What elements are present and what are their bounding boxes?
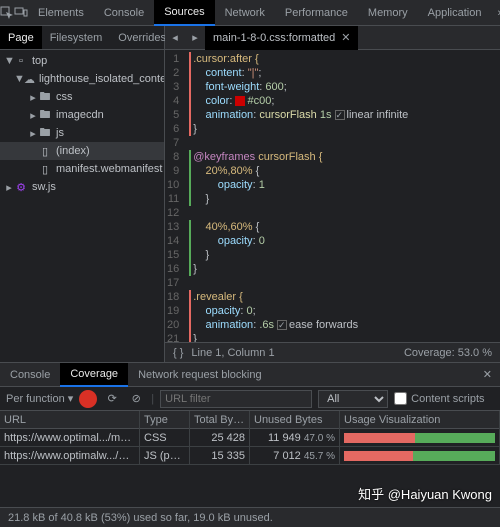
main-toolbar: ElementsConsoleSourcesNetworkPerformance…: [0, 0, 500, 26]
sidebar-tab-filesystem[interactable]: Filesystem: [42, 26, 111, 49]
editor: ◂ ▸ main-1-8-0.css:formatted ✕ 123456789…: [165, 26, 500, 362]
table-row[interactable]: https://www.optimal.../main-1-8-0.cssCSS…: [0, 429, 500, 447]
main-tabs: ElementsConsoleSourcesNetworkPerformance…: [28, 0, 491, 26]
tree-folder-js[interactable]: ▸🖿js: [0, 124, 164, 142]
inspect-icon[interactable]: [0, 0, 14, 26]
content-scripts-checkbox[interactable]: Content scripts: [394, 392, 484, 405]
tab-network[interactable]: Network: [215, 0, 275, 26]
tree-context[interactable]: ▼☁lighthouse_isolated_context: [0, 70, 164, 88]
drawer-tab-network-request-blocking[interactable]: Network request blocking: [128, 363, 272, 387]
cursor-position: Line 1, Column 1: [191, 347, 274, 359]
tab-elements[interactable]: Elements: [28, 0, 94, 26]
tab-sources[interactable]: Sources: [154, 0, 214, 26]
drawer: ConsoleCoverageNetwork request blocking ✕…: [0, 362, 500, 507]
coverage-percent: Coverage: 53.0 %: [404, 347, 492, 359]
gutter: 1234567891011121314151617181920212223242…: [165, 50, 185, 342]
tab-performance[interactable]: Performance: [275, 0, 358, 26]
coverage-table: URLTypeTotal BytesUnused BytesUsage Visu…: [0, 411, 500, 507]
table-header: URLTypeTotal BytesUnused BytesUsage Visu…: [0, 411, 500, 429]
tab-console[interactable]: Console: [94, 0, 154, 26]
nav-fwd-icon[interactable]: ▸: [185, 31, 205, 44]
source[interactable]: .cursor:after { content: "|"; font-weigh…: [185, 50, 408, 342]
tree-folder-css[interactable]: ▸🖿css: [0, 88, 164, 106]
record-button[interactable]: [79, 390, 97, 408]
close-tab-icon[interactable]: ✕: [341, 31, 350, 44]
table-row[interactable]: https://www.optimalw.../main-1-8-0.jsJS …: [0, 447, 500, 465]
tree-file-index[interactable]: ▯(index): [0, 142, 164, 160]
tree-top[interactable]: ▼▫top: [0, 52, 164, 70]
sidebar: PageFilesystemOverrides» ▼▫top ▼☁lightho…: [0, 26, 165, 362]
editor-tab-label: main-1-8-0.css:formatted: [213, 32, 335, 44]
code-area[interactable]: 1234567891011121314151617181920212223242…: [165, 50, 500, 342]
sidebar-tabs: PageFilesystemOverrides»: [0, 26, 164, 50]
footer: 21.8 kB of 40.8 kB (53%) used so far, 19…: [0, 507, 500, 527]
main-area: PageFilesystemOverrides» ▼▫top ▼☁lightho…: [0, 26, 500, 362]
editor-tabs: ◂ ▸ main-1-8-0.css:formatted ✕: [165, 26, 500, 50]
tab-application[interactable]: Application: [418, 0, 492, 26]
footer-summary: 21.8 kB of 40.8 kB (53%) used so far, 19…: [8, 512, 273, 524]
type-filter-select[interactable]: All: [318, 390, 388, 408]
drawer-close-icon[interactable]: ✕: [475, 368, 500, 381]
tree-file-manifest[interactable]: ▯manifest.webmanifest: [0, 160, 164, 178]
editor-tab[interactable]: main-1-8-0.css:formatted ✕: [205, 26, 358, 50]
device-icon[interactable]: [14, 0, 28, 26]
tab-memory[interactable]: Memory: [358, 0, 418, 26]
file-tree: ▼▫top ▼☁lighthouse_isolated_context ▸🖿cs…: [0, 50, 164, 362]
url-filter-input[interactable]: [160, 390, 312, 408]
drawer-tab-console[interactable]: Console: [0, 363, 60, 387]
tree-folder-imagecdn[interactable]: ▸🖿imagecdn: [0, 106, 164, 124]
coverage-toolbar: Per function ▾ ⟳ ⊘ | All Content scripts: [0, 387, 500, 411]
braces-icon[interactable]: { }: [173, 347, 183, 359]
clear-button[interactable]: ⊘: [127, 390, 145, 408]
more-tabs-icon[interactable]: »: [491, 7, 500, 19]
nav-back-icon[interactable]: ◂: [165, 31, 185, 44]
drawer-tab-coverage[interactable]: Coverage: [60, 363, 128, 387]
editor-status: { } Line 1, Column 1 Coverage: 53.0 %: [165, 342, 500, 362]
drawer-tabs: ConsoleCoverageNetwork request blocking ✕: [0, 363, 500, 387]
per-function-select[interactable]: Per function ▾: [6, 392, 73, 405]
sidebar-tab-page[interactable]: Page: [0, 26, 42, 49]
reload-button[interactable]: ⟳: [103, 390, 121, 408]
tree-sw[interactable]: ▸⚙sw.js: [0, 178, 164, 196]
